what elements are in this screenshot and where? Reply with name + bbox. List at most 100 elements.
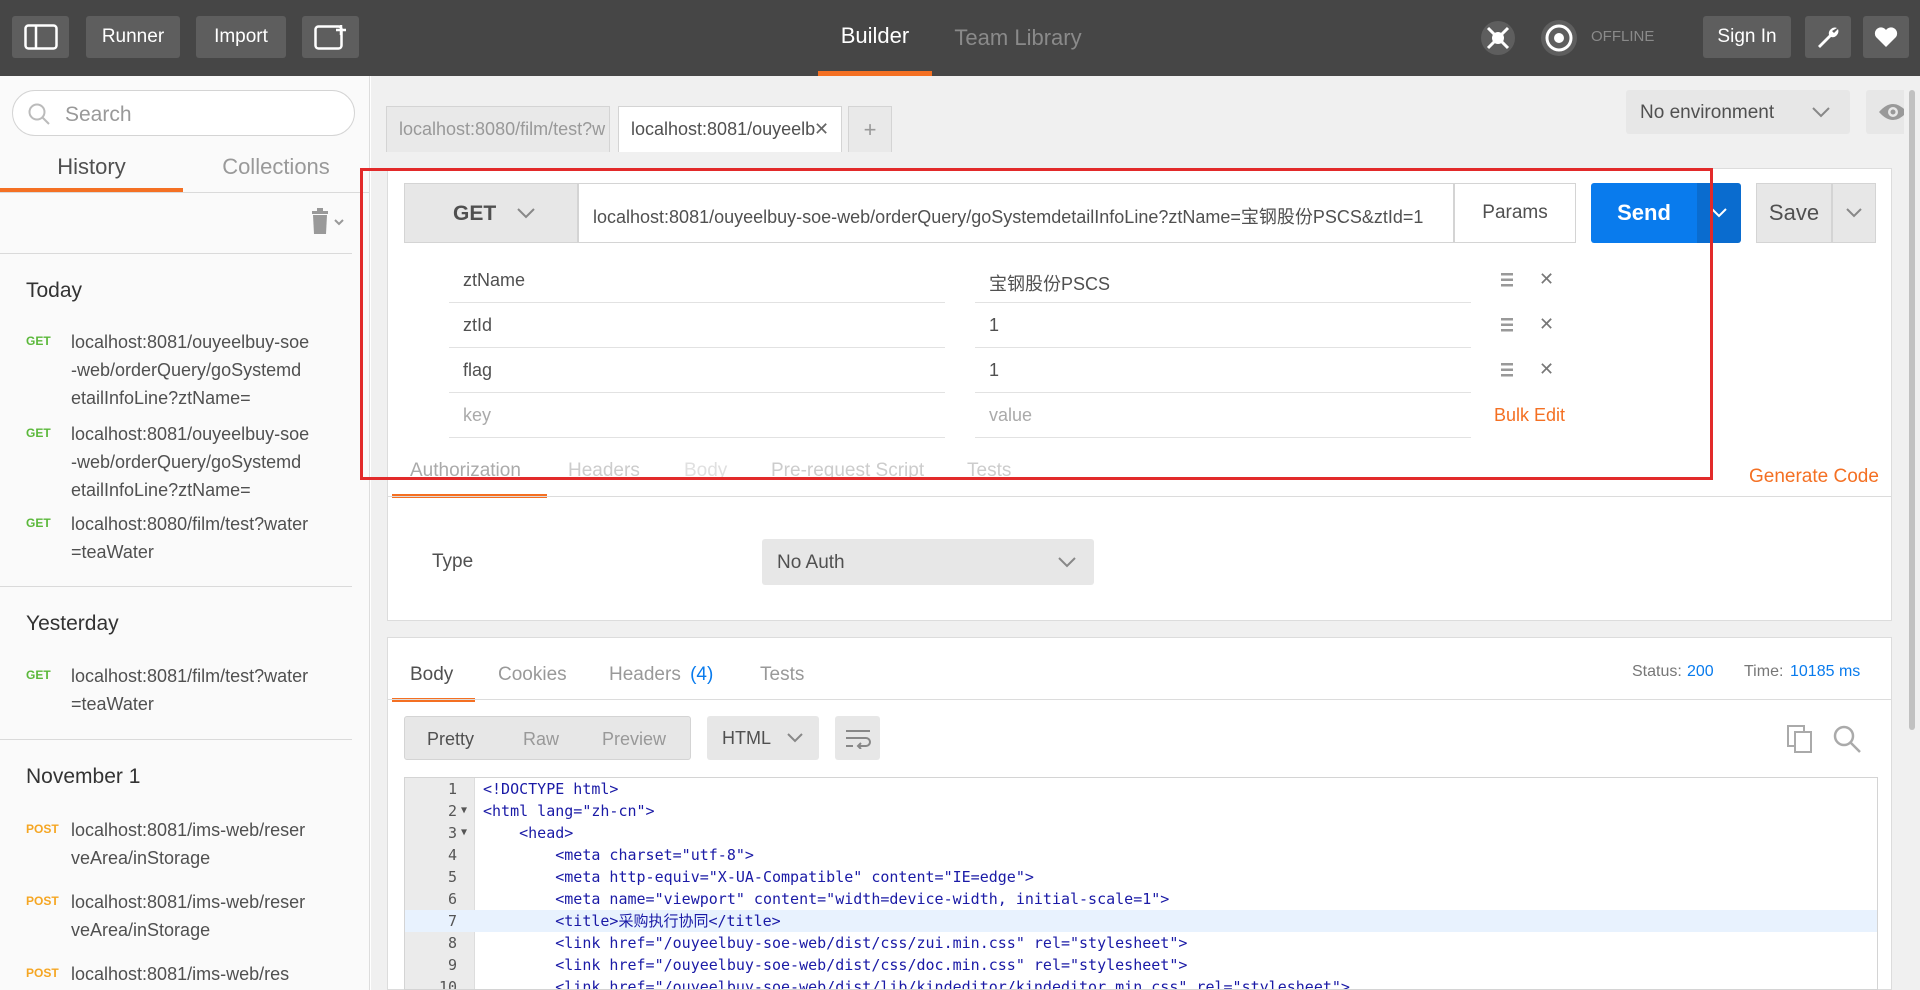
param-key-field[interactable]: flag — [449, 348, 945, 393]
runner-button[interactable]: Runner — [86, 16, 180, 58]
param-value-field[interactable]: 1 — [975, 303, 1471, 348]
line-number: 6 — [447, 890, 457, 908]
tab-tests[interactable]: Tests — [967, 460, 1011, 482]
param-key-field[interactable]: key — [449, 393, 945, 438]
param-value-field[interactable]: 宝钢股份PSCS — [975, 258, 1471, 303]
method-badge: GET — [26, 334, 51, 348]
history-item[interactable]: POST localhost:8081/ims-web/reserveArea/… — [26, 888, 326, 944]
tab-history[interactable]: History — [0, 154, 183, 192]
history-url: localhost:8081/ims-web/reserveArea/inSto… — [71, 892, 306, 940]
view-mode-preview[interactable]: Preview — [602, 729, 666, 750]
params-button[interactable]: Params — [1454, 183, 1576, 243]
delete-history-button[interactable] — [308, 208, 348, 236]
delete-param-icon[interactable]: ✕ — [1539, 359, 1554, 380]
close-tab-icon[interactable]: ✕ — [814, 119, 829, 140]
param-value-field[interactable]: 1 — [975, 348, 1471, 393]
auth-type-select[interactable]: No Auth — [762, 539, 1094, 585]
headers-count-badge: (4) — [690, 664, 714, 685]
generate-code-link[interactable]: Generate Code — [1749, 466, 1879, 488]
history-item[interactable]: POST localhost:8081/ims-web/reserveArea/… — [26, 816, 326, 872]
request-tab-active[interactable]: localhost:8081/ouyeelb ✕ — [618, 106, 842, 152]
param-value-field[interactable]: value — [975, 393, 1471, 438]
view-mode-raw[interactable]: Raw — [523, 729, 559, 750]
method-select[interactable]: GET — [404, 183, 578, 243]
add-tab-button[interactable]: + — [848, 106, 892, 152]
favorite-button[interactable] — [1863, 16, 1909, 58]
history-item[interactable]: POST localhost:8081/ims-web/res — [26, 960, 326, 990]
save-button[interactable]: Save — [1756, 183, 1832, 243]
code-text: <!DOCTYPE html> — [483, 780, 619, 798]
code-text: <link href="/ouyeelbuy-soe-web/dist/css/… — [483, 956, 1188, 974]
format-select[interactable]: HTML — [707, 716, 819, 760]
response-code-editor[interactable]: 1 <!DOCTYPE html> 2 ▼ <html lang="zh-cn"> 3 ▼ … — [404, 777, 1878, 990]
request-tab-label: localhost:8081/ouyeelb — [631, 119, 816, 139]
chevron-down-icon — [1846, 208, 1862, 218]
history-url: localhost:8081/ims-web/res — [71, 964, 290, 984]
history-item[interactable]: GET localhost:8081/ouyeelbuy-soe-web/ord… — [26, 420, 326, 504]
chevron-down-icon — [787, 733, 803, 743]
tab-cookies[interactable]: Cookies — [498, 664, 567, 686]
drag-handle-icon[interactable] — [1501, 317, 1513, 333]
url-input[interactable]: localhost:8081/ouyeelbuy-soe-web/orderQu… — [578, 183, 1454, 243]
tab-response-headers[interactable]: Headers (4) — [609, 664, 713, 686]
line-number: 10 — [438, 978, 457, 990]
settings-button[interactable] — [1805, 16, 1851, 58]
import-button[interactable]: Import — [196, 16, 286, 58]
new-tab-button[interactable] — [302, 16, 359, 58]
delete-param-icon[interactable]: ✕ — [1539, 269, 1554, 290]
param-key-field[interactable]: ztName — [449, 258, 945, 303]
tab-builder[interactable]: Builder — [818, 0, 932, 76]
param-row: ztId 1 ✕ — [449, 303, 1599, 348]
chevron-down-icon — [517, 208, 535, 219]
fold-toggle-icon[interactable]: ▼ — [461, 800, 467, 822]
tab-collections[interactable]: Collections — [183, 154, 369, 192]
tab-pre-request-script[interactable]: Pre-request Script — [771, 460, 924, 482]
history-item[interactable]: GET localhost:8081/film/test?water=teaWa… — [26, 662, 326, 718]
chevron-down-icon — [1812, 107, 1830, 118]
delete-param-icon[interactable]: ✕ — [1539, 314, 1554, 335]
divider — [0, 253, 352, 254]
code-line: 4 <meta charset="utf-8"> — [405, 844, 1877, 866]
tab-authorization[interactable]: Authorization — [392, 460, 547, 498]
history-group-title: Yesterday — [26, 612, 119, 635]
history-item[interactable]: GET localhost:8080/film/test?water=teaWa… — [26, 510, 326, 566]
code-line: 6 <meta name="viewport" content="width=d… — [405, 888, 1877, 910]
tab-response-tests[interactable]: Tests — [760, 664, 804, 686]
sidebar: Search History Collections Today GET loc… — [0, 76, 370, 990]
search-response-button[interactable] — [1832, 724, 1862, 754]
code-text: <html lang="zh-cn"> — [483, 802, 655, 820]
line-number: 2 — [447, 802, 457, 820]
code-line: 8 <link href="/ouyeelbuy-soe-web/dist/cs… — [405, 932, 1877, 954]
environment-select[interactable]: No environment — [1626, 90, 1850, 134]
view-mode-pretty[interactable]: Pretty — [427, 729, 474, 750]
history-item[interactable]: GET localhost:8081/ouyeelbuy-soe-web/ord… — [26, 328, 326, 412]
send-button[interactable]: Send — [1591, 183, 1697, 243]
method-badge: GET — [26, 516, 51, 530]
history-url: localhost:8081/ouyeelbuy-soe-web/orderQu… — [71, 424, 310, 500]
send-options-button[interactable] — [1697, 183, 1741, 243]
drag-handle-icon[interactable] — [1501, 272, 1513, 288]
save-options-button[interactable] — [1832, 183, 1876, 243]
search-input[interactable]: Search — [12, 90, 355, 136]
tab-response-body[interactable]: Body — [392, 664, 475, 702]
sync-button[interactable] — [1538, 17, 1580, 59]
history-url: localhost:8080/film/test?water=teaWater — [71, 514, 309, 562]
history-url: localhost:8081/ouyeelbuy-soe-web/orderQu… — [71, 332, 310, 408]
request-tab[interactable]: localhost:8080/film/test?w — [386, 106, 610, 152]
wrap-lines-button[interactable] — [835, 716, 880, 760]
tab-team-library[interactable]: Team Library — [944, 0, 1092, 76]
code-text: <meta name="viewport" content="width=dev… — [483, 890, 1170, 908]
sign-in-button[interactable]: Sign In — [1703, 16, 1791, 58]
interceptor-button[interactable] — [1478, 18, 1518, 58]
param-key-field[interactable]: ztId — [449, 303, 945, 348]
main-scroll-thumb[interactable] — [1909, 90, 1915, 730]
heart-icon — [1874, 27, 1898, 47]
tab-headers[interactable]: Headers — [568, 460, 640, 482]
fold-toggle-icon[interactable]: ▼ — [461, 822, 467, 844]
tab-body[interactable]: Body — [684, 460, 727, 482]
bulk-edit-link[interactable]: Bulk Edit — [1494, 405, 1565, 426]
copy-button[interactable] — [1786, 724, 1814, 754]
drag-handle-icon[interactable] — [1501, 362, 1513, 378]
offline-status: OFFLINE — [1591, 28, 1655, 45]
toggle-sidebar-button[interactable] — [12, 16, 69, 58]
